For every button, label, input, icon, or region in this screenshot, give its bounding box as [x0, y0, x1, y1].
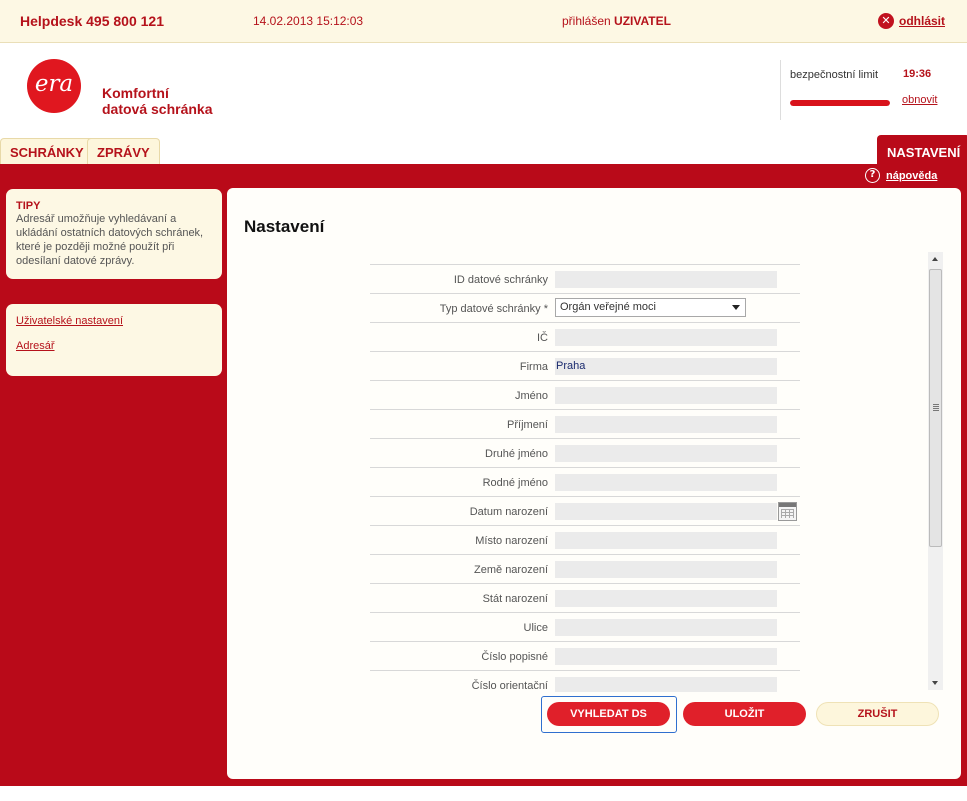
form-row: Země narození	[370, 555, 800, 584]
search-ds-button[interactable]: VYHLEDAT DS	[547, 702, 670, 726]
form-row: Číslo popisné	[370, 642, 800, 671]
scroll-up-arrow-icon[interactable]	[928, 252, 943, 267]
tab-schranky[interactable]: SCHRÁNKY	[0, 138, 94, 166]
username: UZIVATEL	[614, 14, 671, 28]
cancel-button[interactable]: ZRUŠIT	[816, 702, 939, 726]
field-label: ID datové schránky	[453, 274, 548, 286]
text-field[interactable]	[555, 474, 777, 491]
form-row: Stát narození	[370, 584, 800, 613]
form-row: Datum narození	[370, 497, 800, 526]
form-row: Druhé jméno	[370, 439, 800, 468]
save-button[interactable]: ULOŽIT	[683, 702, 806, 726]
text-field[interactable]	[555, 416, 777, 433]
text-field[interactable]	[555, 648, 777, 665]
field-label: Ulice	[523, 622, 548, 634]
form-scrollbar[interactable]	[928, 252, 943, 690]
scrollbar-thumb[interactable]	[929, 269, 942, 547]
calendar-icon[interactable]	[778, 502, 797, 521]
text-field[interactable]	[555, 387, 777, 404]
chevron-down-icon	[732, 305, 740, 310]
help-link[interactable]: ? nápověda	[865, 168, 937, 183]
search-form: ID datové schránky Typ datové schránky * O…	[370, 264, 800, 692]
form-row: Ulice	[370, 613, 800, 642]
brand-name: Komfortní datová schránka	[102, 85, 213, 117]
sidebar-item-address-book[interactable]: Adresář	[16, 340, 212, 352]
form-row: IČ	[370, 323, 800, 352]
text-field[interactable]	[555, 532, 777, 549]
calendar-grid	[781, 509, 794, 518]
field-label: IČ	[537, 332, 548, 344]
text-field[interactable]	[555, 561, 777, 578]
field-label: Jméno	[514, 390, 548, 402]
field-label: Stát narození	[482, 593, 548, 605]
page-title: Nastavení	[244, 217, 325, 236]
calendar-header	[779, 503, 796, 507]
security-limit-bar-fill	[790, 100, 890, 106]
tips-title: TIPY	[16, 200, 41, 212]
text-field[interactable]: Praha	[555, 358, 777, 375]
text-field[interactable]	[555, 677, 777, 692]
sidebar-item-user-settings[interactable]: Uživatelské nastavení	[16, 315, 212, 327]
tab-nastaveni[interactable]: NASTAVENÍ	[877, 135, 967, 166]
form-row: Číslo orientační	[370, 671, 800, 692]
field-label: Rodné jméno	[482, 477, 548, 489]
sidebar-links: Uživatelské nastavení Adresář	[6, 304, 222, 376]
field-label: Země narození	[474, 564, 548, 576]
form-row: Jméno	[370, 381, 800, 410]
tab-zpravy[interactable]: ZPRÁVY	[87, 138, 160, 166]
field-label: Číslo orientační	[471, 680, 548, 692]
text-field[interactable]	[555, 329, 777, 346]
text-field[interactable]	[555, 619, 777, 636]
field-label: Číslo popisné	[481, 651, 548, 663]
form-row: Místo narození	[370, 526, 800, 555]
form-row: Firma Praha	[370, 352, 800, 381]
help-label: nápověda	[886, 169, 938, 182]
logout-button[interactable]: ✕ odhlásit	[878, 13, 945, 29]
form-row: Příjmení	[370, 410, 800, 439]
helpdesk-phone: Helpdesk 495 800 121	[20, 13, 164, 29]
top-bar: Helpdesk 495 800 121 14.02.2013 15:12:03…	[0, 0, 967, 43]
security-limit-time: 19:36	[903, 68, 932, 80]
box-type-select[interactable]: Orgán veřejné moci	[555, 298, 746, 317]
current-datetime: 14.02.2013 15:12:03	[253, 14, 364, 28]
form-row: Rodné jméno	[370, 468, 800, 497]
text-field[interactable]	[555, 590, 777, 607]
tips-text: Adresář umožňuje vyhledávaní a ukládání …	[16, 213, 204, 267]
text-field[interactable]	[555, 445, 777, 462]
logged-prefix: přihlášen	[562, 14, 611, 28]
field-label: Datum narození	[469, 506, 548, 518]
select-value: Orgán veřejné moci	[560, 301, 656, 313]
era-logo: era	[27, 59, 81, 113]
field-label: Příjmení	[507, 419, 548, 431]
security-limit-bar	[790, 100, 890, 106]
form-row: ID datové schránky	[370, 265, 800, 294]
brand-line2: datová schránka	[102, 101, 213, 117]
field-label: Firma	[519, 361, 548, 373]
tips-box: TIPY Adresář umožňuje vyhledávaní a uklá…	[6, 189, 222, 279]
text-field[interactable]	[555, 503, 777, 520]
renew-link[interactable]: obnovit	[902, 94, 937, 106]
field-label: Místo narození	[475, 535, 548, 547]
field-label: Typ datové schránky *	[439, 303, 548, 315]
logged-in-status: přihlášen UZIVATEL	[562, 14, 671, 28]
text-field[interactable]	[555, 271, 777, 288]
scroll-down-arrow-icon[interactable]	[928, 675, 943, 690]
help-icon: ?	[865, 168, 880, 183]
security-limit-panel: bezpečnostní limit 19:36 obnovit	[780, 60, 967, 120]
brand-line1: Komfortní	[102, 85, 169, 101]
form-row: Typ datové schránky * Orgán veřejné moci	[370, 294, 800, 323]
close-circle-icon: ✕	[878, 13, 894, 29]
logout-label: odhlásit	[899, 14, 946, 28]
field-label: Druhé jméno	[485, 448, 548, 460]
security-limit-label: bezpečnostní limit	[790, 69, 879, 81]
grip-icon	[933, 404, 939, 411]
